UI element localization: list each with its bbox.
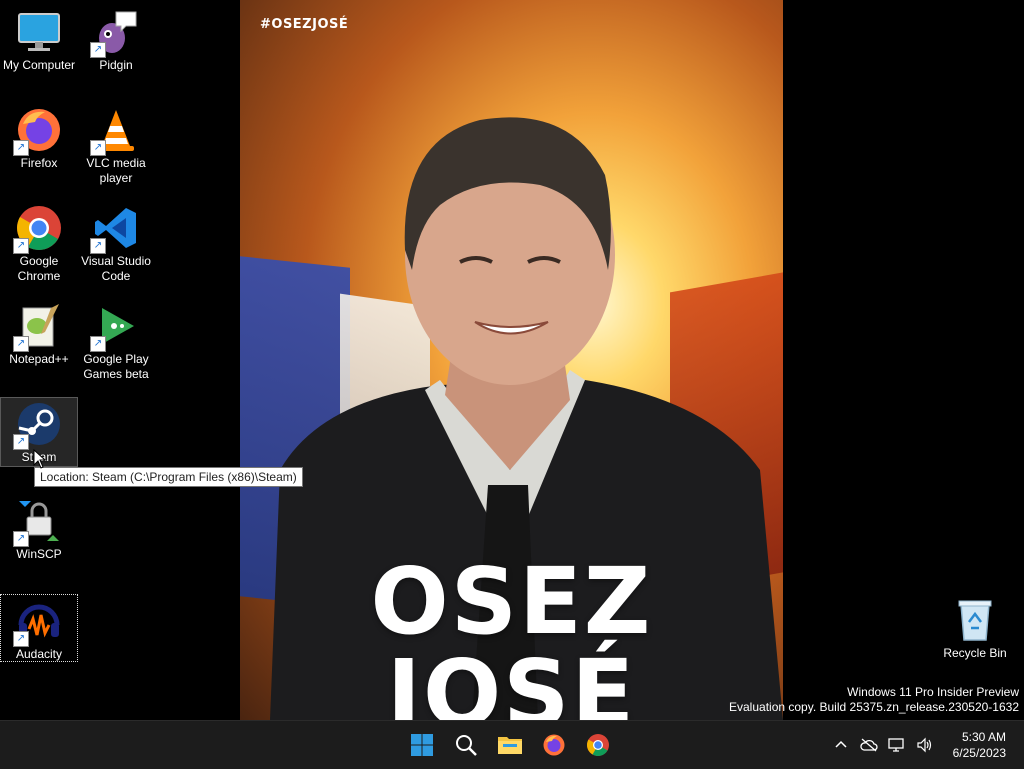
recycle-bin-icon <box>951 596 999 644</box>
winscp-icon: ↗ <box>13 497 63 547</box>
google-play-games-icon: ↗ <box>90 302 140 352</box>
start-button[interactable] <box>404 725 440 765</box>
taskbar-apps <box>404 721 616 769</box>
shortcut-arrow-icon: ↗ <box>90 336 106 352</box>
desktop-icon-pidgin[interactable]: ↗ Pidgin <box>78 8 154 73</box>
desktop-icon-label: Recycle Bin <box>943 646 1007 660</box>
desktop-icon-google-play-games[interactable]: ↗ Google Play Games beta <box>78 302 154 382</box>
shortcut-arrow-icon: ↗ <box>90 140 106 156</box>
wallpaper-slogan-line2: JOSÉ <box>386 640 637 720</box>
shortcut-arrow-icon: ↗ <box>13 336 29 352</box>
file-explorer-button[interactable] <box>492 725 528 765</box>
monitor-icon <box>15 8 63 56</box>
firefox-icon <box>543 734 565 756</box>
wallpaper-hashtag: #OSEZJOSÉ <box>260 17 349 32</box>
watermark-edition: Windows 11 Pro Insider Preview <box>847 685 1019 699</box>
start-icon <box>411 734 433 756</box>
shortcut-arrow-icon: ↗ <box>13 238 29 254</box>
windows-watermark: Windows 11 Pro Insider Preview Evaluatio… <box>729 685 1019 715</box>
desktop-icon-recycle-bin[interactable]: Recycle Bin <box>937 596 1013 661</box>
cloud-off-icon[interactable] <box>858 730 880 760</box>
wallpaper-poster: #OSEZJOSÉ OSEZ JOSÉ <box>240 0 783 720</box>
desktop-icon-my-computer[interactable]: My Computer <box>1 8 77 73</box>
desktop-icon-vlc[interactable]: ↗ VLC media player <box>78 106 154 186</box>
desktop-icon-label: Google Play Games beta <box>83 352 149 381</box>
taskbar-chrome-button[interactable] <box>580 725 616 765</box>
vlc-icon: ↗ <box>90 106 140 156</box>
desktop-icon-label: VLC media player <box>86 156 146 185</box>
shortcut-arrow-icon: ↗ <box>90 42 106 58</box>
shortcut-arrow-icon: ↗ <box>13 631 29 647</box>
notepadpp-icon: ↗ <box>13 302 63 352</box>
file-explorer-icon <box>498 737 522 754</box>
chrome-icon: ↗ <box>13 204 63 254</box>
firefox-icon: ↗ <box>13 106 63 156</box>
desktop-icon-label: Notepad++ <box>9 352 69 366</box>
volume-icon[interactable] <box>914 730 936 760</box>
vscode-icon: ↗ <box>90 204 140 254</box>
desktop-icon-label: My Computer <box>2 58 76 72</box>
shortcut-arrow-icon: ↗ <box>13 140 29 156</box>
shortcut-arrow-icon: ↗ <box>90 238 106 254</box>
search-button[interactable] <box>448 725 484 765</box>
system-tray: 5:30 AM 6/25/2023 <box>827 721 1024 769</box>
steam-location-tooltip: Location: Steam (C:\Program Files (x86)\… <box>34 467 303 487</box>
search-icon <box>456 735 477 756</box>
desktop-icon-label: Audacity <box>15 647 63 661</box>
desktop-icon-firefox[interactable]: ↗ Firefox <box>1 106 77 171</box>
chevron-up-icon[interactable] <box>830 730 852 760</box>
shortcut-arrow-icon: ↗ <box>13 434 29 450</box>
audacity-icon: ↗ <box>13 597 63 647</box>
steam-icon: ↗ <box>13 400 63 450</box>
desktop-icon-label: WinSCP <box>16 547 62 561</box>
desktop-icon-notepadpp[interactable]: ↗ Notepad++ <box>1 302 77 367</box>
network-icon[interactable] <box>886 730 908 760</box>
taskbar-firefox-button[interactable] <box>536 725 572 765</box>
desktop-icon-vscode[interactable]: ↗ Visual Studio Code <box>78 204 154 284</box>
desktop-icon-label: Firefox <box>20 156 58 170</box>
wallpaper-slogan-line1: OSEZ <box>370 548 653 655</box>
desktop[interactable]: #OSEZJOSÉ OSEZ JOSÉ My Computer ↗ Pidgin… <box>0 0 1024 720</box>
watermark-build: Evaluation copy. Build 25375.zn_release.… <box>729 700 1019 714</box>
desktop-icon-winscp[interactable]: ↗ WinSCP <box>1 497 77 562</box>
desktop-icon-label: Pidgin <box>99 58 133 72</box>
taskbar: 5:30 AM 6/25/2023 <box>0 720 1024 769</box>
pidgin-icon: ↗ <box>90 8 140 58</box>
clock-time: 5:30 AM <box>961 730 1006 744</box>
chrome-icon <box>587 734 609 756</box>
mouse-cursor-icon <box>33 449 47 469</box>
desktop-icon-label: Google Chrome <box>17 254 61 283</box>
taskbar-clock[interactable]: 5:30 AM 6/25/2023 <box>953 729 1006 761</box>
desktop-icon-label: Visual Studio Code <box>81 254 151 283</box>
shortcut-arrow-icon: ↗ <box>13 531 29 547</box>
clock-date: 6/25/2023 <box>952 746 1006 760</box>
desktop-icon-google-chrome[interactable]: ↗ Google Chrome <box>1 204 77 284</box>
desktop-icon-audacity[interactable]: ↗ Audacity <box>0 594 78 662</box>
